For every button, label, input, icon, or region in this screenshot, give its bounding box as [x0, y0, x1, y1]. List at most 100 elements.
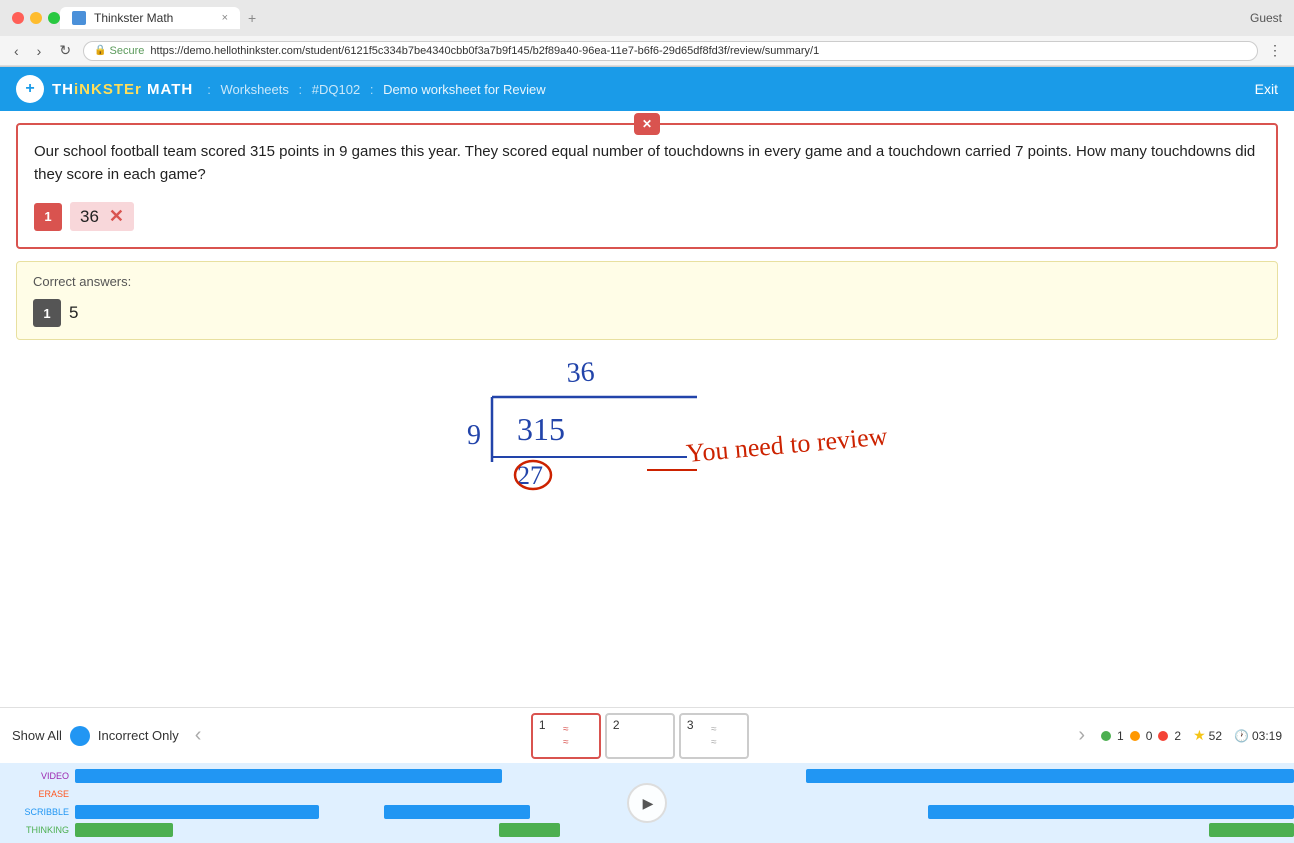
timeline-tracks: [75, 763, 1294, 843]
prev-question-button[interactable]: ‹: [187, 720, 210, 751]
incorrect-only-button[interactable]: Incorrect Only: [98, 728, 179, 743]
video-seg-1: [75, 769, 502, 783]
play-icon: ▶: [643, 795, 654, 812]
show-all-toggle[interactable]: [70, 726, 90, 746]
timeline-label-erase: ERASE: [0, 789, 75, 799]
browser-menu-button[interactable]: ⋮: [1264, 40, 1286, 61]
browser-toolbar: ‹ › ↻ 🔒 Secure https://demo.hellothinkst…: [0, 36, 1294, 66]
score-area: 1 0 2 ★ 52 🕐 03:19: [1101, 727, 1282, 744]
browser-tab[interactable]: Thinkster Math ×: [60, 7, 240, 29]
answer-value: 36: [80, 207, 99, 227]
timeline-bar: VIDEO ERASE SCRIBBLE THINKING: [0, 763, 1294, 843]
answer-row: 1 36 ✕: [18, 194, 1276, 247]
correct-answers-label: Correct answers:: [33, 274, 1261, 289]
timeline-label-thinking: THINKING: [0, 825, 75, 835]
logo-plus-icon: +: [25, 80, 34, 98]
url-text: https://demo.hellothinkster.com/student/…: [150, 45, 819, 57]
clock-icon: 🕐: [1234, 729, 1249, 743]
thinking-track: [75, 823, 1294, 837]
scribble-track: [75, 805, 1294, 819]
exit-button[interactable]: Exit: [1255, 81, 1278, 97]
answer-wrong-box: 36 ✕: [70, 202, 134, 231]
guest-label: Guest: [1250, 11, 1282, 25]
refresh-button[interactable]: ↻: [53, 40, 77, 61]
next-question-button[interactable]: ›: [1070, 720, 1093, 751]
bottom-navigation: Show All Incorrect Only ‹ 1 ≈ ≈ 2 3 ≈ ≈ …: [0, 707, 1294, 763]
tile-1-icon-bottom: ≈: [563, 737, 569, 748]
timeline-labels: VIDEO ERASE SCRIBBLE THINKING: [0, 763, 75, 843]
minimize-dot[interactable]: [30, 12, 42, 24]
video-track: [75, 769, 1294, 783]
question-tile-1[interactable]: 1 ≈ ≈: [531, 713, 601, 759]
scribble-seg-2: [384, 805, 530, 819]
secure-label: Secure: [110, 45, 145, 57]
address-bar[interactable]: 🔒 Secure https://demo.hellothinkster.com…: [83, 41, 1258, 61]
tile-3-icon-bottom: ≈: [711, 737, 717, 748]
wrong-mark: ✕: [109, 206, 124, 227]
question-tile-2[interactable]: 2: [605, 713, 675, 759]
tab-close-button[interactable]: ×: [222, 12, 228, 24]
forward-button[interactable]: ›: [31, 41, 48, 61]
correct-number-box: 1: [33, 299, 61, 327]
star-score-value: 52: [1209, 729, 1222, 743]
show-all-button[interactable]: Show All: [12, 728, 62, 743]
svg-text:315: 315: [517, 411, 565, 447]
scribble-seg-1: [75, 805, 319, 819]
question-tile-3[interactable]: 3 ≈ ≈: [679, 713, 749, 759]
red-score-num: 2: [1174, 729, 1181, 743]
timeline-label-scribble: SCRIBBLE: [0, 807, 75, 817]
handwriting-canvas: 36 9 315 27 You need to review: [0, 352, 1294, 512]
app-header: + THiNKSTEr MATH : Worksheets : #DQ102 :…: [0, 67, 1294, 111]
time-score: 🕐 03:19: [1234, 729, 1282, 743]
back-button[interactable]: ‹: [8, 41, 25, 61]
green-score-num: 1: [1117, 729, 1124, 743]
thinking-seg-1: [75, 823, 173, 837]
scribble-seg-3: [928, 805, 1294, 819]
new-tab-button[interactable]: +: [240, 6, 264, 30]
svg-text:9: 9: [467, 420, 481, 451]
answer-number-box: 1: [34, 203, 62, 231]
tile-3-number: 3: [687, 718, 694, 732]
star-score: ★ 52: [1193, 727, 1222, 744]
orange-score-dot: [1130, 731, 1140, 741]
thinking-seg-3: [1209, 823, 1294, 837]
question-panel: ✕ Our school football team scored 315 po…: [16, 123, 1278, 249]
lock-icon: 🔒: [94, 45, 106, 56]
breadcrumb: : Worksheets : #DQ102 : Demo worksheet f…: [201, 82, 545, 97]
svg-text:36: 36: [566, 357, 596, 389]
play-button[interactable]: ▶: [627, 783, 667, 823]
breadcrumb-current: Demo worksheet for Review: [383, 82, 546, 97]
timeline-label-video: VIDEO: [0, 771, 75, 781]
tab-title: Thinkster Math: [94, 11, 173, 25]
main-content: ✕ Our school football team scored 315 po…: [0, 111, 1294, 707]
question-tiles: 1 ≈ ≈ 2 3 ≈ ≈: [217, 713, 1062, 759]
orange-score-num: 0: [1146, 729, 1153, 743]
tile-1-icon-top: ≈: [563, 724, 569, 735]
score-dots: 1 0 2: [1101, 729, 1181, 743]
time-value: 03:19: [1252, 729, 1282, 743]
video-seg-2: [806, 769, 1294, 783]
tile-1-number: 1: [539, 718, 546, 732]
secure-badge: 🔒 Secure: [94, 45, 144, 57]
answer-number: 1: [44, 209, 51, 224]
window-controls: [12, 12, 60, 24]
close-question-button[interactable]: ✕: [634, 113, 660, 135]
breadcrumb-hash: #DQ102: [312, 82, 360, 97]
correct-answer-row: 1 5: [33, 299, 1261, 327]
correct-answers-panel: Correct answers: 1 5: [16, 261, 1278, 340]
close-dot[interactable]: [12, 12, 24, 24]
app-logo-text: THiNKSTEr MATH: [52, 81, 193, 98]
maximize-dot[interactable]: [48, 12, 60, 24]
logo-area: + THiNKSTEr MATH: [16, 75, 193, 103]
green-score-dot: [1101, 731, 1111, 741]
tab-favicon: [72, 11, 86, 25]
thinking-seg-2: [499, 823, 560, 837]
svg-text:You need to review: You need to review: [685, 421, 889, 467]
erase-track: [75, 787, 1294, 801]
tile-3-icon-top: ≈: [711, 724, 717, 735]
red-score-dot: [1158, 731, 1168, 741]
tile-2-number: 2: [613, 718, 620, 732]
drawing-area: 36 9 315 27 You need to review: [0, 352, 1294, 512]
breadcrumb-worksheets[interactable]: Worksheets: [220, 82, 288, 97]
logo-circle: +: [16, 75, 44, 103]
